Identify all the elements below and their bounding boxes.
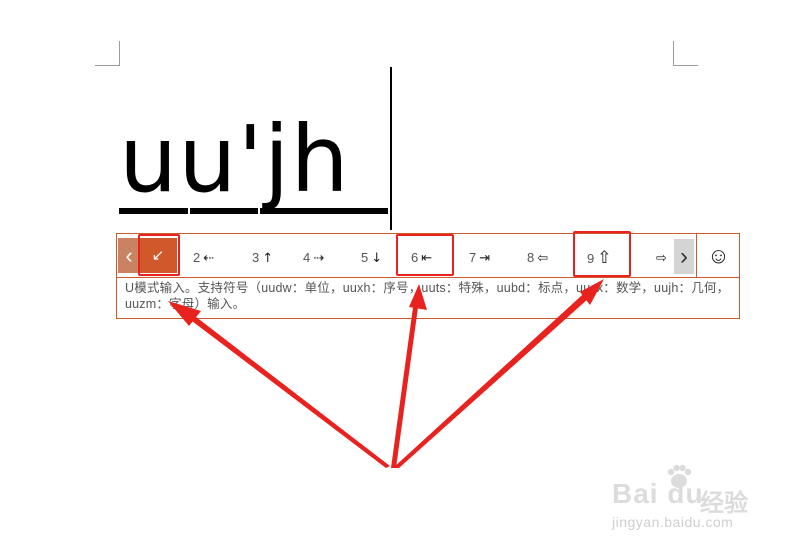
paw-icon: [667, 464, 692, 488]
annotation-arrow: [171, 304, 390, 468]
watermark-text: 经验: [700, 490, 748, 517]
arrow-head: [409, 284, 427, 310]
watermark-url: jingyan.baidu.com: [612, 514, 734, 530]
annotation-arrow: [393, 286, 598, 468]
annotation-arrow: [391, 300, 419, 468]
